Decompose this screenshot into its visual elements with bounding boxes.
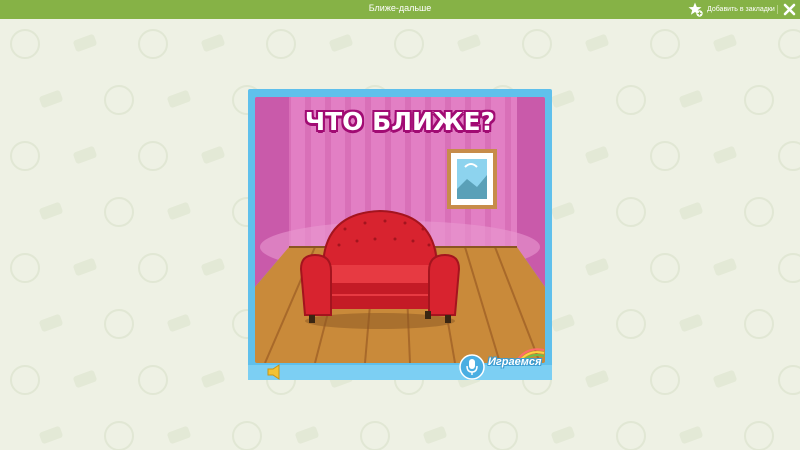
- globe-doodle-icon: [778, 141, 800, 171]
- globe-doodle-icon: [138, 253, 168, 283]
- globe-doodle-icon: [650, 141, 680, 171]
- top-bar: Ближе-дальше Добавить в закладки: [0, 0, 800, 19]
- cap-doodle-icon: [200, 145, 226, 165]
- cap-doodle-icon: [456, 33, 482, 53]
- globe-doodle-icon: [744, 197, 774, 227]
- igraemsya-logo: Играемся: [486, 342, 548, 378]
- cap-doodle-icon: [166, 89, 192, 109]
- cap-doodle-icon: [328, 33, 354, 53]
- cap-doodle-icon: [72, 33, 98, 53]
- cap-doodle-icon: [38, 201, 64, 221]
- cap-doodle-icon: [712, 257, 738, 277]
- cap-doodle-icon: [678, 201, 704, 221]
- cap-doodle-icon: [166, 425, 192, 445]
- add-bookmark-button[interactable]: Добавить в закладки: [688, 2, 775, 17]
- globe-doodle-icon: [10, 365, 40, 395]
- cap-doodle-icon: [712, 369, 738, 389]
- room-illustration: [255, 97, 545, 363]
- speaker-icon[interactable]: [266, 364, 286, 380]
- globe-doodle-icon: [744, 85, 774, 115]
- cap-doodle-icon: [200, 257, 226, 277]
- cap-doodle-icon: [712, 145, 738, 165]
- cap-doodle-icon: [72, 369, 98, 389]
- game-scene[interactable]: ЧТО БЛИЖЕ?: [255, 97, 545, 363]
- globe-doodle-icon: [138, 141, 168, 171]
- globe-doodle-icon: [104, 197, 134, 227]
- globe-doodle-icon: [138, 29, 168, 59]
- globe-doodle-icon: [394, 29, 424, 59]
- cap-doodle-icon: [38, 425, 64, 445]
- cap-doodle-icon: [584, 369, 610, 389]
- cap-doodle-icon: [294, 425, 320, 445]
- cap-doodle-icon: [550, 425, 576, 445]
- close-icon[interactable]: [783, 3, 796, 16]
- cap-doodle-icon: [584, 33, 610, 53]
- cap-doodle-icon: [712, 33, 738, 53]
- globe-doodle-icon: [266, 29, 296, 59]
- cap-doodle-icon: [422, 425, 448, 445]
- page-title: Ближе-дальше: [368, 3, 432, 13]
- cap-doodle-icon: [678, 425, 704, 445]
- globe-doodle-icon: [778, 253, 800, 283]
- globe-doodle-icon: [360, 421, 390, 450]
- divider: [777, 5, 778, 14]
- cap-doodle-icon: [166, 313, 192, 333]
- cap-doodle-icon: [584, 145, 610, 165]
- logo-text: Играемся: [488, 356, 542, 368]
- globe-doodle-icon: [650, 29, 680, 59]
- add-bookmark-label: Добавить в закладки: [707, 6, 775, 13]
- globe-doodle-icon: [616, 85, 646, 115]
- cap-doodle-icon: [200, 369, 226, 389]
- cap-doodle-icon: [550, 89, 576, 109]
- globe-doodle-icon: [10, 141, 40, 171]
- cap-doodle-icon: [550, 201, 576, 221]
- globe-doodle-icon: [10, 253, 40, 283]
- globe-doodle-icon: [104, 421, 134, 450]
- cap-doodle-icon: [72, 257, 98, 277]
- cap-doodle-icon: [678, 89, 704, 109]
- cap-doodle-icon: [200, 33, 226, 53]
- globe-doodle-icon: [104, 85, 134, 115]
- globe-doodle-icon: [488, 421, 518, 450]
- cap-doodle-icon: [550, 313, 576, 333]
- cap-doodle-icon: [678, 313, 704, 333]
- microphone-icon[interactable]: [459, 354, 485, 380]
- game-frame: ЧТО БЛИЖЕ?: [248, 89, 552, 380]
- globe-doodle-icon: [650, 253, 680, 283]
- question-heading: ЧТО БЛИЖЕ?: [304, 107, 496, 136]
- cap-doodle-icon: [38, 89, 64, 109]
- globe-doodle-icon: [138, 365, 168, 395]
- globe-doodle-icon: [778, 29, 800, 59]
- globe-doodle-icon: [232, 421, 262, 450]
- star-plus-icon: [688, 2, 703, 17]
- cap-doodle-icon: [38, 313, 64, 333]
- globe-doodle-icon: [522, 29, 552, 59]
- globe-doodle-icon: [616, 421, 646, 450]
- globe-doodle-icon: [744, 309, 774, 339]
- globe-doodle-icon: [778, 365, 800, 395]
- globe-doodle-icon: [10, 29, 40, 59]
- cap-doodle-icon: [166, 201, 192, 221]
- cap-doodle-icon: [584, 257, 610, 277]
- globe-doodle-icon: [744, 421, 774, 450]
- globe-doodle-icon: [616, 197, 646, 227]
- globe-doodle-icon: [616, 309, 646, 339]
- globe-doodle-icon: [104, 309, 134, 339]
- cap-doodle-icon: [72, 145, 98, 165]
- globe-doodle-icon: [650, 365, 680, 395]
